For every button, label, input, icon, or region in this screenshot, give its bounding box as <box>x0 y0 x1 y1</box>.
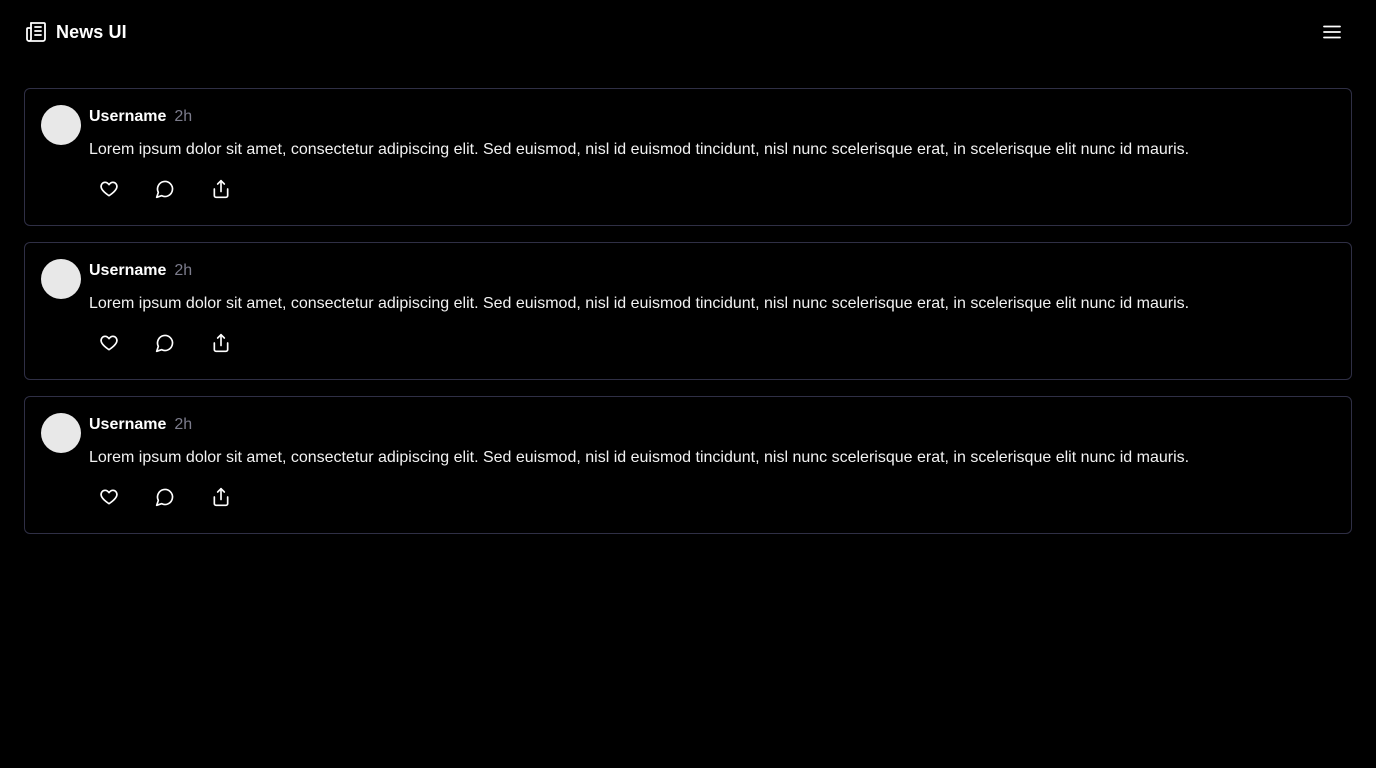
like-button[interactable] <box>97 331 121 355</box>
brand[interactable]: News UI <box>24 20 127 44</box>
post-time: 2h <box>174 416 193 433</box>
share-icon <box>213 487 229 507</box>
like-button[interactable] <box>97 177 121 201</box>
post-meta: Username 2h <box>89 262 192 282</box>
share-icon <box>213 333 229 353</box>
comment-icon <box>155 334 174 353</box>
post-card: Username 2h Lorem ipsum dolor sit amet, … <box>24 396 1352 534</box>
share-button[interactable] <box>209 331 233 355</box>
username[interactable]: Username <box>89 108 166 126</box>
app-header: News UI <box>0 0 1376 64</box>
share-button[interactable] <box>209 177 233 201</box>
newspaper-icon <box>26 22 46 42</box>
like-button[interactable] <box>97 485 121 509</box>
post-card: Username 2h Lorem ipsum dolor sit amet, … <box>24 242 1352 380</box>
post-text: Lorem ipsum dolor sit amet, consectetur … <box>89 449 1190 466</box>
heart-icon <box>100 335 118 351</box>
comment-icon <box>155 488 174 507</box>
comment-icon <box>155 180 174 199</box>
hamburger-menu-icon <box>1323 25 1341 39</box>
comment-button[interactable] <box>153 485 177 509</box>
post-text: Lorem ipsum dolor sit amet, consectetur … <box>89 141 1190 158</box>
comment-button[interactable] <box>153 331 177 355</box>
app-title: News UI <box>56 21 127 42</box>
username[interactable]: Username <box>89 262 166 280</box>
post-time: 2h <box>174 262 193 279</box>
menu-button[interactable] <box>1318 18 1346 46</box>
avatar[interactable] <box>41 105 81 145</box>
post-time: 2h <box>174 108 193 125</box>
news-feed: Username 2h Lorem ipsum dolor sit amet, … <box>24 88 1352 534</box>
post-meta: Username 2h <box>89 416 192 436</box>
avatar[interactable] <box>41 413 81 453</box>
share-button[interactable] <box>209 485 233 509</box>
post-text: Lorem ipsum dolor sit amet, consectetur … <box>89 295 1190 312</box>
share-icon <box>213 179 229 199</box>
post-meta: Username 2h <box>89 108 192 128</box>
post-actions <box>97 485 233 509</box>
username[interactable]: Username <box>89 416 166 434</box>
comment-button[interactable] <box>153 177 177 201</box>
heart-icon <box>100 181 118 197</box>
post-card: Username 2h Lorem ipsum dolor sit amet, … <box>24 88 1352 226</box>
post-actions <box>97 331 233 355</box>
heart-icon <box>100 489 118 505</box>
post-actions <box>97 177 233 201</box>
avatar[interactable] <box>41 259 81 299</box>
